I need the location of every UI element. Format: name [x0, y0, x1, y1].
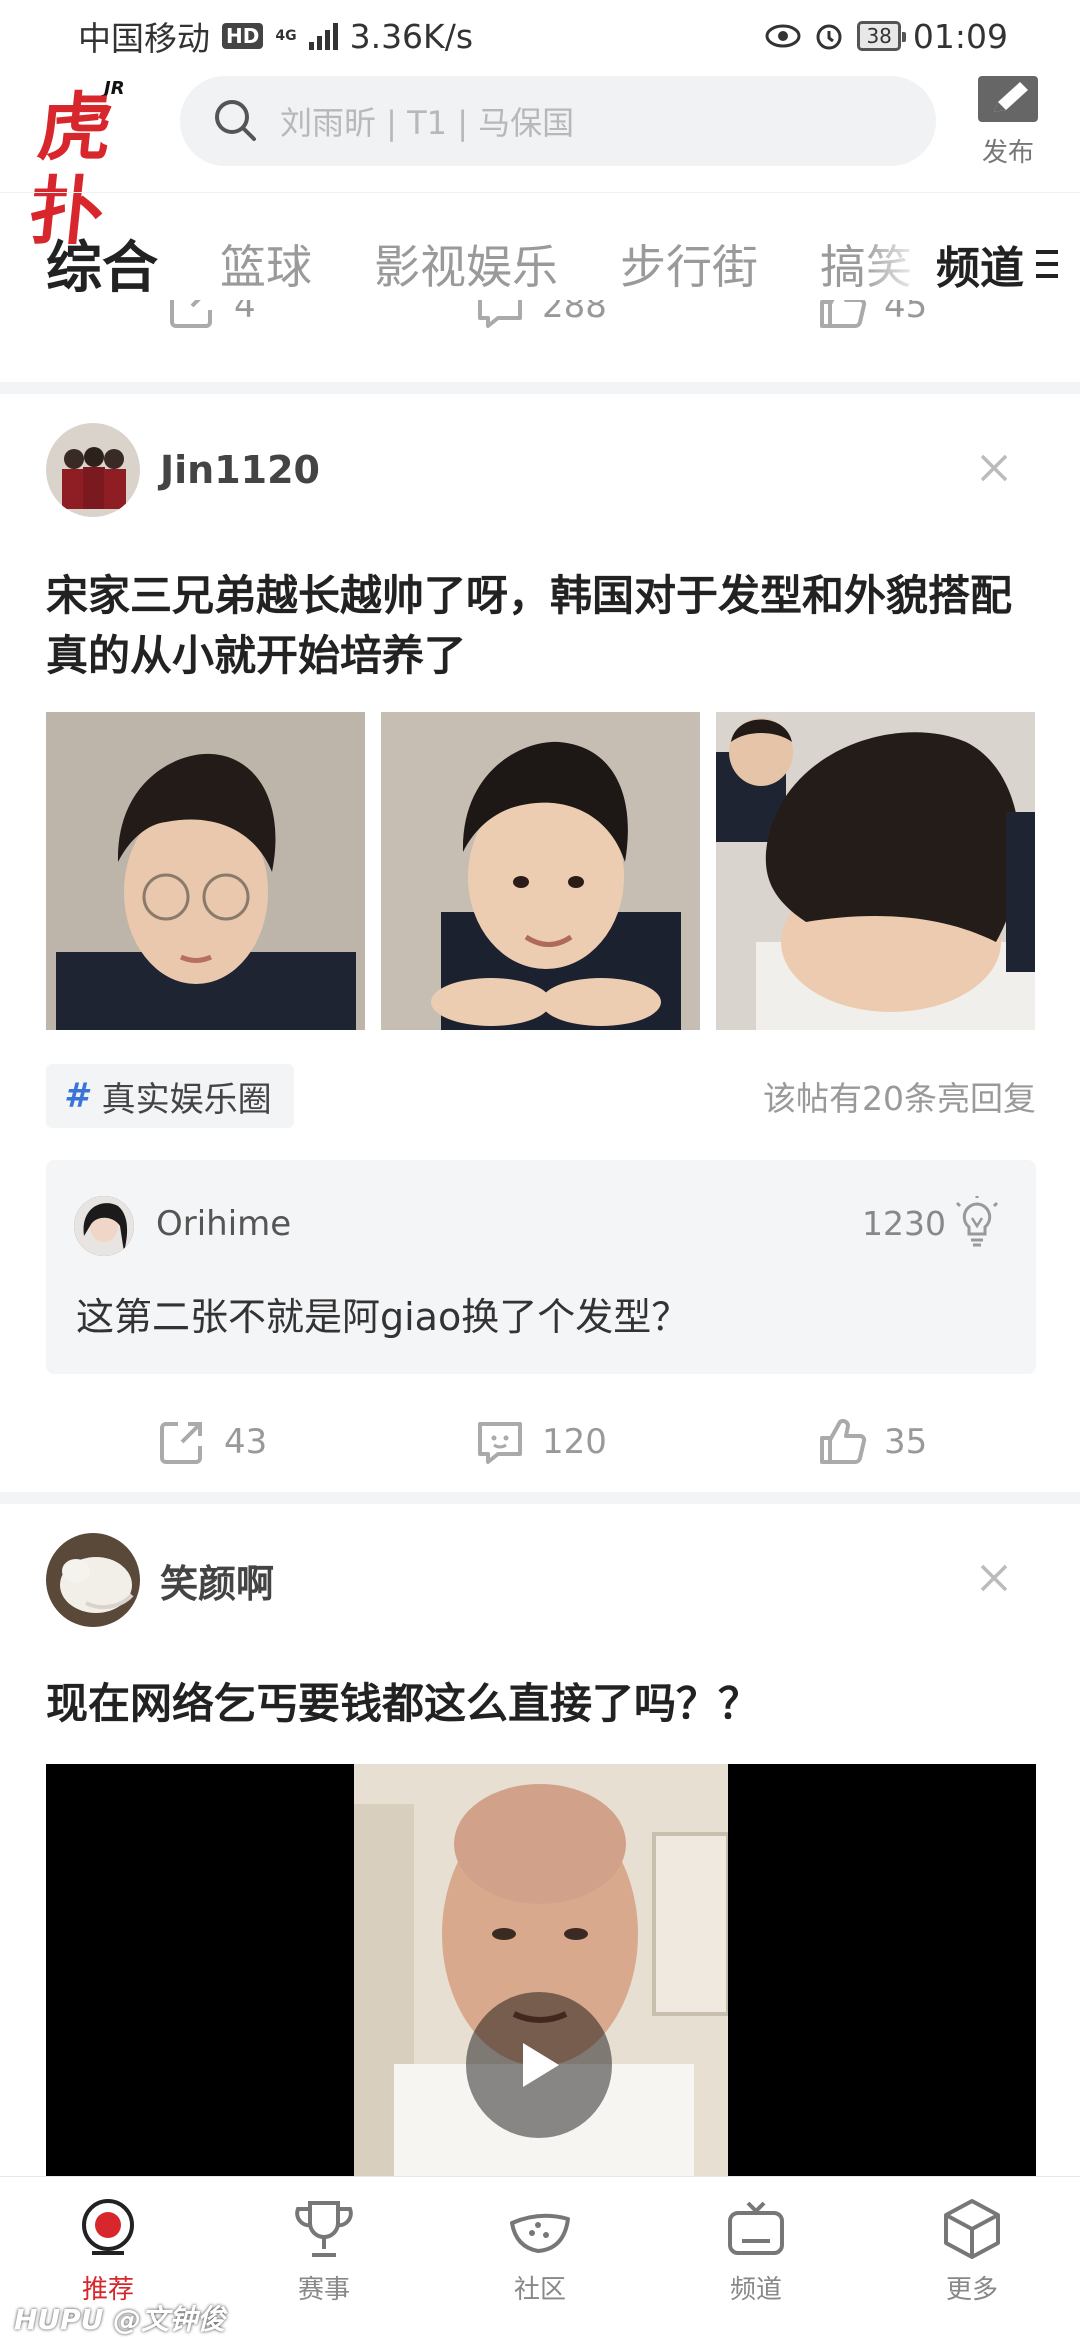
prev-like-button[interactable]: 45 [814, 300, 927, 334]
alarm-icon [816, 24, 842, 50]
post2-username[interactable]: 笑颜啊 [160, 1553, 274, 1608]
lightbulb-icon[interactable] [954, 1196, 1000, 1248]
share-icon [160, 1422, 202, 1464]
topic-tag[interactable]: # 真实娱乐圈 [46, 1064, 294, 1128]
nav-label: 频道 [729, 2275, 782, 2305]
prev-comment-count: 288 [542, 300, 607, 326]
comment-username[interactable]: Orihime [156, 1204, 291, 1244]
photo-boy-smiling [381, 712, 700, 1030]
hd-badge: HD [222, 23, 264, 49]
post2-video[interactable] [46, 1764, 1036, 2176]
post1-title[interactable]: 宋家三兄弟越长越帅了呀，韩国对于发型和外貌搭配真的从小就开始培养了 [46, 566, 1036, 686]
avatar-image [74, 1196, 134, 1256]
nav-channels[interactable]: 频道 [648, 2177, 864, 2340]
comment-like-count: 1230 [862, 1204, 946, 1243]
channel-label: 频道 [936, 243, 1024, 294]
topic-tag-label: 真实娱乐圈 [101, 1079, 272, 1120]
close-icon[interactable] [972, 446, 1016, 490]
feed-divider [0, 1492, 1080, 1504]
carrier-name: 中国移动 [78, 19, 210, 58]
nav-more[interactable]: 更多 [864, 2177, 1080, 2340]
cube-icon [944, 2199, 1000, 2259]
hashtag-icon: # [64, 1076, 88, 1116]
comment-text: 这第二张不就是阿giao换了个发型？ [76, 1295, 690, 1339]
avatar-image [46, 423, 140, 517]
share-count: 43 [224, 1422, 268, 1462]
photo-boy-glasses [46, 712, 365, 1030]
post1-username[interactable]: Jin1120 [160, 448, 320, 492]
tab-basketball[interactable]: 篮球 [220, 231, 312, 297]
nav-community[interactable]: 社区 [432, 2177, 648, 2340]
battery-level: 38 [866, 24, 892, 48]
nav-label: 更多 [945, 2275, 998, 2305]
top-bar: JR 虎扑 刘雨昕 | T1 | 马保国 发布 [0, 72, 1080, 255]
like-count: 35 [884, 1422, 928, 1462]
tab-entertainment[interactable]: 影视娱乐 [374, 231, 558, 297]
network-speed: 3.36K/s [349, 16, 474, 56]
search-placeholder: 刘雨昕 | T1 | 马保国 [280, 104, 575, 142]
recommend-icon [82, 2199, 134, 2255]
battery-icon: 38 [857, 21, 907, 51]
avatar-image [46, 1533, 140, 1627]
comment-icon [478, 1422, 522, 1464]
nav-events[interactable]: 赛事 [216, 2177, 432, 2340]
status-bar: 中国移动 HD 4G 3.36K/s 38 01:09 [0, 0, 1080, 72]
nav-label: 赛事 [297, 2275, 350, 2305]
thumbs-up-icon [820, 1419, 867, 1464]
tab-pedestrian-street[interactable]: 步行街 [620, 231, 758, 297]
play-icon [523, 2043, 559, 2087]
post2-header: 笑颜啊 [46, 1532, 1036, 1628]
status-left: 中国移动 HD 4G 3.36K/s [78, 12, 473, 60]
publish-label: 发布 [981, 138, 1034, 168]
nav-label: 社区 [513, 2275, 566, 2305]
network-type: 4G [275, 28, 297, 44]
comment-avatar[interactable] [74, 1196, 134, 1256]
like-button[interactable]: 35 [814, 1414, 927, 1470]
tv-icon [728, 2201, 784, 2255]
hupu-logo[interactable]: JR 虎扑 [25, 72, 146, 255]
clock: 01:09 [912, 16, 1008, 56]
prev-share-button[interactable]: 4 [164, 300, 256, 334]
comment-count: 120 [542, 1422, 607, 1462]
post1-image-2[interactable] [381, 712, 700, 1030]
search-icon [215, 100, 256, 141]
play-button[interactable] [466, 1992, 612, 2138]
publish-button[interactable]: 发布 [968, 74, 1048, 169]
edit-icon [978, 76, 1038, 122]
post1-actions: 43 120 35 [0, 1402, 1080, 1482]
share-icon [170, 300, 212, 328]
prev-like-count: 45 [884, 300, 928, 326]
post1-tag-row: # 真实娱乐圈 该帖有20条亮回复 [46, 1064, 1036, 1128]
signal-icon [308, 22, 338, 50]
watermark: HUPU @文钟俊 [14, 2303, 226, 2336]
post1-image-1[interactable] [46, 712, 365, 1030]
trophy-icon [295, 2201, 353, 2257]
highlight-reply-count[interactable]: 该帖有20条亮回复 [763, 1072, 1036, 1120]
feed-divider [0, 382, 1080, 394]
photo-boy-hair [716, 712, 1035, 1030]
prev-comment-button[interactable]: 288 [472, 300, 607, 334]
post1-avatar[interactable] [46, 423, 140, 517]
post2-avatar[interactable] [46, 1533, 140, 1627]
share-button[interactable]: 43 [154, 1414, 267, 1470]
post1-image-grid [46, 712, 1036, 1030]
eye-icon [765, 24, 801, 48]
status-right: 38 01:09 [765, 17, 1008, 56]
post1-image-3[interactable] [716, 712, 1035, 1030]
top-comment[interactable]: Orihime 1230 这第二张不就是阿giao换了个发型？ [46, 1160, 1036, 1374]
post2-title[interactable]: 现在网络乞丐要钱都这么直接了吗？？ [46, 1674, 1036, 1734]
search-bar[interactable]: 刘雨昕 | T1 | 马保国 [180, 76, 936, 166]
post1-header: Jin1120 [46, 422, 1036, 518]
comment-button[interactable]: 120 [472, 1414, 607, 1470]
prev-post-actions: 4 288 45 [0, 300, 1080, 360]
comment-icon [478, 300, 522, 328]
community-icon [510, 2213, 570, 2253]
prev-share-count: 4 [234, 300, 256, 326]
thumbs-up-icon [820, 300, 867, 328]
close-icon[interactable] [972, 1556, 1016, 1600]
tab-general[interactable]: 综合 [46, 223, 158, 304]
menu-icon [1036, 250, 1058, 278]
